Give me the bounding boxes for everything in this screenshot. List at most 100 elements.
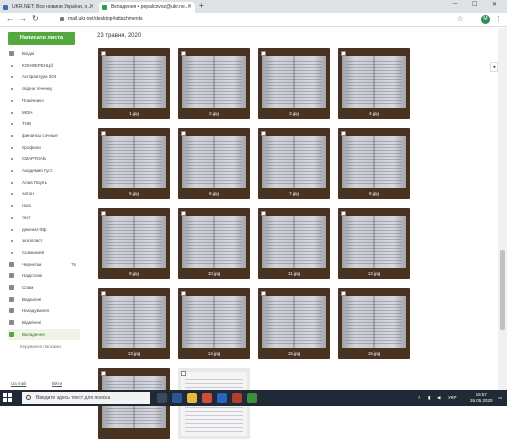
close-window-icon[interactable]: ✕: [492, 1, 497, 8]
select-checkbox[interactable]: [341, 51, 346, 56]
attachment-thumbnail[interactable]: 13.jpg: [98, 288, 170, 359]
folder-item[interactable]: Вхідні: [8, 48, 80, 59]
folder-item[interactable]: экзопласт: [8, 235, 80, 246]
select-checkbox[interactable]: [101, 211, 106, 216]
select-checkbox[interactable]: [341, 131, 346, 136]
folder-item[interactable]: Відмічені: [8, 317, 80, 328]
select-checkbox[interactable]: [181, 291, 186, 296]
logout-link[interactable]: Вйти: [52, 381, 62, 386]
select-checkbox[interactable]: [181, 51, 186, 56]
folder-item[interactable]: свідчи теченку: [8, 83, 80, 94]
select-checkbox[interactable]: [181, 371, 186, 376]
windows-start-icon[interactable]: [3, 393, 13, 403]
opera-icon[interactable]: [232, 393, 242, 403]
attachment-thumbnail[interactable]: 15.jpg: [258, 288, 330, 359]
manage-folders-link[interactable]: Керування папками: [20, 344, 61, 349]
folder-item[interactable]: Сшмнизей: [8, 247, 80, 258]
tray-chevron-icon[interactable]: ˄: [418, 395, 421, 400]
attachment-thumbnail[interactable]: 10.jpg: [178, 208, 250, 279]
file-explorer-icon[interactable]: [187, 393, 197, 403]
folder-item[interactable]: декенат.Фф: [8, 224, 80, 235]
folder-bullet-icon: [11, 99, 13, 102]
attachment-thumbnail[interactable]: 6.jpg: [178, 128, 250, 199]
compose-button[interactable]: Написати листа: [8, 32, 75, 45]
folder-item[interactable]: Алиа Паупъ: [8, 177, 80, 188]
language-indicator[interactable]: УКР: [448, 395, 456, 400]
attachment-thumbnail[interactable]: 16.jpg: [338, 288, 410, 359]
folder-item[interactable]: Видалені: [8, 294, 80, 305]
collapse-panel-icon[interactable]: ◂: [490, 62, 498, 72]
folder-item[interactable]: финансы сочные: [8, 130, 80, 141]
browser-tab-ukrnet[interactable]: UKR.NET: Все новини України, о... ✕: [0, 2, 97, 13]
notifications-icon[interactable]: ▭: [498, 395, 502, 401]
attachment-thumbnail[interactable]: 7.jpg: [258, 128, 330, 199]
attachment-thumbnail[interactable]: 3.jpg: [258, 48, 330, 119]
scrollbar[interactable]: [498, 28, 507, 390]
close-tab-icon[interactable]: ✕: [89, 2, 94, 13]
folder-item[interactable]: Надіслані: [8, 270, 80, 281]
select-checkbox[interactable]: [181, 211, 186, 216]
browser-menu-icon[interactable]: ⋮: [495, 15, 502, 23]
scrollbar-thumb[interactable]: [500, 250, 505, 330]
select-checkbox[interactable]: [101, 131, 106, 136]
browser-tab-attachments[interactable]: Вкладення • pepalcovoz@ukr.ne... ✕: [99, 2, 195, 13]
edge-icon[interactable]: [172, 393, 182, 403]
select-checkbox[interactable]: [181, 131, 186, 136]
folder-item[interactable]: Спам: [8, 282, 80, 293]
app-icon[interactable]: [247, 393, 257, 403]
back-icon[interactable]: ←: [6, 14, 14, 23]
reload-icon[interactable]: ↻: [32, 14, 39, 23]
attachment-thumbnail[interactable]: 12.jpg: [338, 208, 410, 279]
attachment-thumbnail[interactable]: 9.jpg: [98, 208, 170, 279]
forward-icon[interactable]: →: [19, 14, 27, 23]
clock[interactable]: 18:57 26.05.2020: [470, 392, 493, 404]
taskbar-search-box[interactable]: Введите здесь текст для поиска: [22, 392, 150, 404]
tab-title: UKR.NET: Все новини України, о...: [12, 4, 92, 10]
attachment-thumbnail[interactable]: 1.jpg: [98, 48, 170, 119]
volume-icon[interactable]: ◀: [437, 395, 440, 401]
footer-link[interactable]: Ua mail: [11, 381, 26, 386]
folder-item[interactable]: Аспірантура 204: [8, 71, 80, 82]
select-checkbox[interactable]: [261, 131, 266, 136]
select-checkbox[interactable]: [261, 51, 266, 56]
folder-item[interactable]: Нагадування: [8, 305, 80, 316]
select-checkbox[interactable]: [261, 211, 266, 216]
select-checkbox[interactable]: [101, 291, 106, 296]
folder-item[interactable]: чатон: [8, 188, 80, 199]
lock-icon: [60, 16, 64, 21]
folder-item[interactable]: гаха: [8, 200, 80, 211]
select-checkbox[interactable]: [261, 291, 266, 296]
task-view-icon[interactable]: [157, 393, 167, 403]
attachment-thumbnail[interactable]: 14.jpg: [178, 288, 250, 359]
folder-item[interactable]: тест: [8, 212, 80, 223]
close-tab-icon[interactable]: ✕: [187, 2, 192, 13]
folder-item[interactable]: Помічнико: [8, 95, 80, 106]
folder-item[interactable]: МОН: [8, 107, 80, 118]
select-checkbox[interactable]: [101, 51, 106, 56]
folder-item[interactable]: Академия Густ: [8, 165, 80, 176]
folder-item[interactable]: Чернетки 76: [8, 259, 80, 270]
folder-item[interactable]: ТНВ: [8, 118, 80, 129]
attachment-thumbnail[interactable]: 2.jpg: [178, 48, 250, 119]
word-icon[interactable]: [217, 393, 227, 403]
attachment-thumbnail[interactable]: 5.jpg: [98, 128, 170, 199]
folder-bullet-icon: [11, 216, 13, 219]
bookmark-star-icon[interactable]: ☆: [457, 15, 463, 23]
chrome-icon[interactable]: [202, 393, 212, 403]
attachment-thumbnail[interactable]: 8.jpg: [338, 128, 410, 199]
folder-item[interactable]: Вкладення: [8, 328, 80, 340]
folder-item[interactable]: КОНФЕРЕНЦІЇ: [8, 60, 80, 71]
url-field[interactable]: mail.ukr.net/desktop#attachments: [60, 16, 143, 22]
attachment-thumbnail[interactable]: 4.jpg: [338, 48, 410, 119]
select-checkbox[interactable]: [341, 211, 346, 216]
new-tab-icon[interactable]: +: [199, 1, 204, 10]
folder-item[interactable]: СВАРТОАБ: [8, 153, 80, 164]
network-icon[interactable]: ▮: [428, 395, 430, 401]
minimize-icon[interactable]: ─: [453, 1, 457, 7]
attachment-thumbnail[interactable]: 11.jpg: [258, 208, 330, 279]
select-checkbox[interactable]: [341, 291, 346, 296]
select-checkbox[interactable]: [101, 371, 106, 376]
profile-avatar[interactable]: M: [481, 15, 490, 24]
maximize-icon[interactable]: ☐: [472, 1, 477, 8]
folder-item[interactable]: профили: [8, 142, 80, 153]
